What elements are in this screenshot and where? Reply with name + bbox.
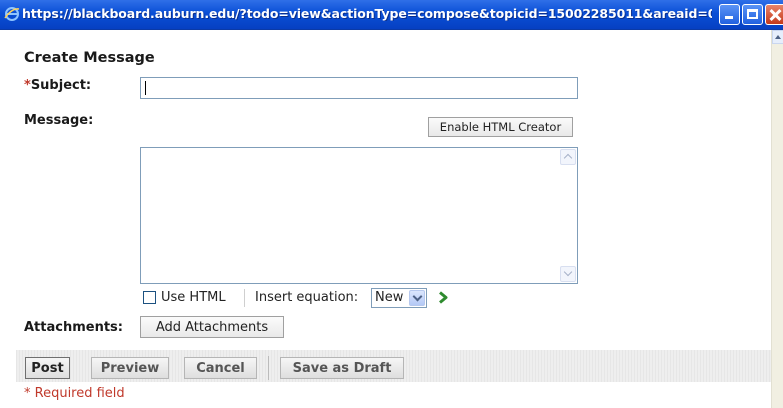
scroll-down-icon[interactable] <box>560 266 576 282</box>
use-html-checkbox[interactable] <box>143 291 156 304</box>
subject-label: *Subject: <box>24 78 91 93</box>
text-caret <box>145 81 146 95</box>
page-scrollbar[interactable] <box>771 30 783 408</box>
preview-button[interactable]: Preview <box>91 357 169 379</box>
add-attachments-button[interactable]: Add Attachments <box>140 316 284 338</box>
maximize-icon[interactable] <box>742 4 763 25</box>
minimize-icon[interactable] <box>719 4 740 25</box>
required-star: * <box>24 78 31 93</box>
go-arrow-icon[interactable] <box>437 291 449 304</box>
message-label: Message: <box>24 113 94 128</box>
window-title: https://blackboard.auburn.edu/?todo=view… <box>22 6 712 21</box>
action-bar: Post Preview Cancel Save as Draft <box>16 350 771 382</box>
save-as-draft-button[interactable]: Save as Draft <box>280 357 404 379</box>
attachments-label: Attachments: <box>24 320 123 335</box>
scroll-up-icon[interactable] <box>772 30 783 44</box>
subject-label-text: Subject: <box>30 78 92 93</box>
window-titlebar[interactable]: https://blackboard.auburn.edu/?todo=view… <box>0 0 783 30</box>
use-html-label[interactable]: Use HTML <box>161 290 226 305</box>
close-icon[interactable] <box>765 4 783 25</box>
required-field-note: * Required field <box>24 386 125 401</box>
post-button[interactable]: Post <box>25 357 70 379</box>
chevron-down-icon[interactable] <box>409 290 425 306</box>
insert-equation-label: Insert equation: <box>255 290 359 305</box>
cancel-button[interactable]: Cancel <box>184 357 257 379</box>
ie-icon <box>4 7 20 21</box>
message-scrollbar[interactable] <box>560 149 576 282</box>
enable-html-creator-button[interactable]: Enable HTML Creator <box>428 117 573 137</box>
insert-equation-value: New <box>375 290 404 305</box>
divider <box>244 289 245 307</box>
divider <box>268 356 269 380</box>
message-textarea[interactable] <box>140 147 578 284</box>
page-title: Create Message <box>24 50 155 66</box>
insert-equation-select[interactable]: New <box>371 288 427 308</box>
subject-input[interactable] <box>140 77 578 99</box>
scroll-up-icon[interactable] <box>560 149 576 165</box>
